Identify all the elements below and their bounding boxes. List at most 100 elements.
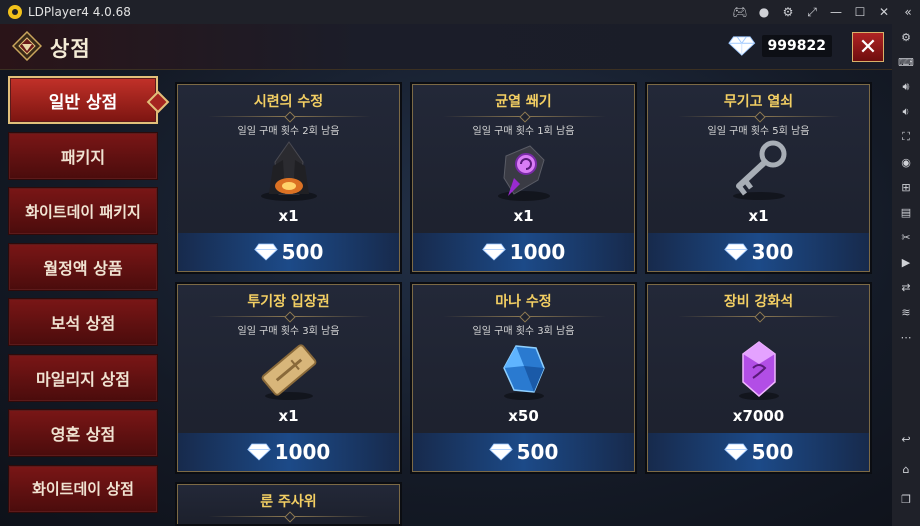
product-quantity: x7000 [732,407,785,425]
buy-button[interactable]: 500 [648,433,869,471]
purchase-limit: 일일 구매 횟수 3회 남음 [237,326,340,337]
tab-mileage-shop[interactable]: 마일리지 상점 [8,353,158,402]
product-card[interactable]: 룬 주사위 [177,484,400,524]
settings-icon[interactable]: ⚙ [896,28,916,46]
divider [208,316,371,317]
shop-emblem-icon [12,31,42,61]
divider [208,116,371,117]
tab-general-shop[interactable]: 일반 상점 [8,76,158,124]
diamond-icon [488,443,513,461]
product-name: 룬 주사위 [260,494,317,510]
trial-crystal-icon [261,141,317,201]
product-quantity: x50 [508,407,539,425]
more-icon[interactable]: ⋯ [896,328,916,346]
product-card[interactable]: 마나 수정 일일 구매 횟수 3회 남음 x50 500 [412,284,635,472]
product-price: 500 [751,440,794,464]
emulator-toolbar: ⚙ ⌨ 🔊︎ 🔉︎ ⛶ ◉ ⊞ ▤ ✂ ▶ ⇄ ≋ ⋯ ↩ ⌂ ❐ [892,24,920,526]
recent-apps-icon[interactable]: ❐ [896,490,916,508]
emulator-titlebar: LDPlayer4 4.0.68 🎮︎ ● ⚙ ⤢ — ☐ ✕ « [0,0,920,24]
minimize-icon[interactable]: — [824,0,848,24]
product-card[interactable]: 무기고 열쇠 일일 구매 횟수 5회 남음 x1 300 [647,84,870,272]
mana-crystal-icon [503,345,545,400]
shop-header: 상점 999822 ✕ [0,24,892,70]
close-icon[interactable]: ✕ [872,0,896,24]
buy-button[interactable]: 300 [648,233,869,271]
divider [678,116,841,117]
keyboard-icon[interactable]: ⌨ [896,53,916,71]
product-name: 투기장 입장권 [247,294,330,310]
close-shop-button[interactable]: ✕ [852,32,884,62]
purchase-limit: 일일 구매 횟수 3회 남음 [472,326,575,337]
purchase-limit: 일일 구매 횟수 5회 남음 [707,126,810,137]
tab-whiteday-package[interactable]: 화이트데이 패키지 [8,187,158,235]
buy-button[interactable]: 500 [413,433,634,471]
diamond-balance: 999822 [761,35,832,57]
tab-whiteday-shop[interactable]: 화이트데이 상점 [8,464,158,513]
diamond-icon [728,36,756,56]
sync-icon[interactable]: ⇄ [896,278,916,296]
tab-package[interactable]: 패키지 [8,131,158,180]
fullscreen-icon[interactable]: ⤢ [800,0,824,24]
add-apk-icon[interactable]: ⊞ [896,178,916,196]
shop-category-tabs: 일반 상점 패키지 화이트데이 패키지 월정액 상품 보석 상점 마일리지 상점… [8,76,168,520]
home-icon[interactable]: ⌂ [896,460,916,478]
ldplayer-logo-icon [8,5,22,19]
tab-monthly[interactable]: 월정액 상품 [8,242,158,291]
armory-key-icon [733,140,787,200]
product-price: 500 [516,440,559,464]
product-name: 마나 수정 [495,294,552,310]
product-card[interactable]: 시련의 수정 일일 구매 횟수 2회 남음 x1 500 [177,84,400,272]
purchase-limit: 일일 구매 횟수 1회 남음 [472,126,575,137]
product-price: 1000 [509,240,566,264]
product-card[interactable]: 투기장 입장권 일일 구매 횟수 3회 남음 x1 1000 [177,284,400,472]
gamepad-icon[interactable]: 🎮︎ [728,0,752,24]
purchase-limit: 일일 구매 횟수 2회 남음 [237,126,340,137]
buy-button[interactable]: 500 [178,233,399,271]
divider [208,516,371,517]
buy-button[interactable]: 1000 [413,233,634,271]
screenshot-icon[interactable]: ⛶ [896,128,916,146]
arena-ticket-icon [261,344,317,400]
collapse-icon[interactable]: « [896,0,920,24]
tab-soul-shop[interactable]: 영혼 상점 [8,409,158,457]
product-quantity: x1 [748,207,769,225]
product-name: 장비 강화석 [723,294,794,310]
scissors-icon[interactable]: ✂ [896,228,916,246]
window-title: LDPlayer4 4.0.68 [28,5,131,19]
game-viewport: 상점 999822 ✕ 일반 상점 패키지 화이트데이 패키지 월정액 상품 보… [0,24,892,526]
record-icon[interactable]: ◉ [896,153,916,171]
product-price: 1000 [274,440,331,464]
divider [443,116,606,117]
settings-icon[interactable]: ⚙ [776,0,800,24]
product-card[interactable]: 장비 강화석 x7000 500 [647,284,870,472]
window-controls: 🎮︎ ● ⚙ ⤢ — ☐ ✕ « [728,0,920,24]
apk-icon[interactable]: ▤ [896,203,916,221]
product-quantity: x1 [278,407,299,425]
product-price: 500 [281,240,324,264]
diamond-icon [723,443,748,461]
page-title: 상점 [50,37,91,61]
diamond-icon [481,243,506,261]
account-icon[interactable]: ● [752,0,776,24]
volume-up-icon[interactable]: 🔊︎ [896,78,916,96]
product-card[interactable]: 균열 쐐기 일일 구매 횟수 1회 남음 x1 1000 [412,84,635,272]
rift-wedge-icon [498,145,550,201]
product-name: 균열 쐐기 [495,94,552,110]
buy-button[interactable]: 1000 [178,433,399,471]
back-icon[interactable]: ↩ [896,430,916,448]
product-name: 시련의 수정 [253,94,324,110]
currency-display: 999822 [728,34,832,58]
enhance-stone-icon [739,341,779,400]
product-name: 무기고 열쇠 [723,94,794,110]
volume-down-icon[interactable]: 🔉︎ [896,103,916,121]
diamond-icon [723,243,748,261]
product-quantity: x1 [513,207,534,225]
tab-gem-shop[interactable]: 보석 상점 [8,298,158,346]
maximize-icon[interactable]: ☐ [848,0,872,24]
shake-icon[interactable]: ≋ [896,303,916,321]
divider [678,316,841,317]
product-price: 300 [751,240,794,264]
divider [443,316,606,317]
diamond-icon [253,243,278,261]
video-icon[interactable]: ▶ [896,253,916,271]
